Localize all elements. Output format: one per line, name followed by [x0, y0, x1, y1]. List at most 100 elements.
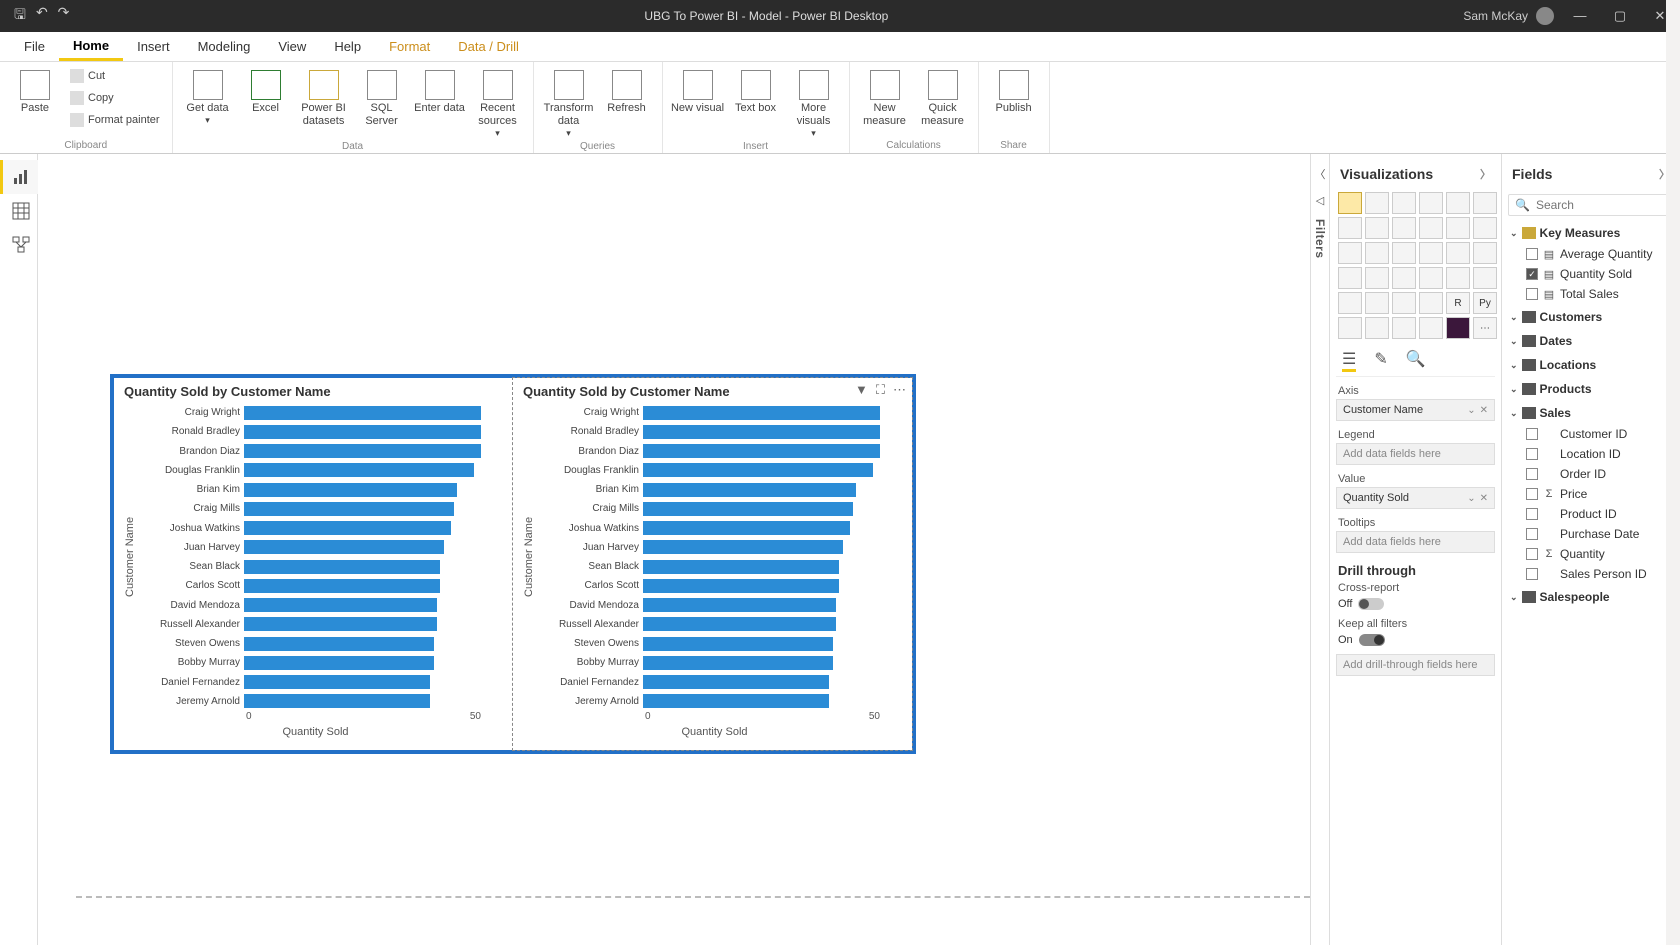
- bar[interactable]: [643, 406, 880, 420]
- sql-server-button[interactable]: SQL Server: [355, 66, 409, 128]
- field-item[interactable]: Product ID: [1508, 504, 1674, 524]
- bar[interactable]: [244, 694, 430, 708]
- cross-report-toggle[interactable]: [1358, 598, 1384, 610]
- visual-1[interactable]: Quantity Sold by Customer Name Customer …: [114, 378, 513, 750]
- recent-sources-button[interactable]: Recent sources▾: [471, 66, 525, 139]
- table-header[interactable]: ⌄Dates: [1508, 330, 1674, 352]
- expand-filters-icon[interactable]: 〈: [1315, 166, 1326, 182]
- table-header[interactable]: ⌄Key Measures: [1508, 222, 1674, 244]
- vertical-scrollbar[interactable]: [1666, 0, 1680, 945]
- bar[interactable]: [643, 694, 829, 708]
- bar[interactable]: [244, 617, 437, 631]
- table-header[interactable]: ⌄Salespeople: [1508, 586, 1674, 608]
- viz-type-icon[interactable]: [1365, 317, 1389, 339]
- field-checkbox[interactable]: [1526, 428, 1538, 440]
- tab-insert[interactable]: Insert: [123, 32, 184, 61]
- pbi-datasets-button[interactable]: Power BI datasets: [297, 66, 351, 128]
- bar[interactable]: [244, 675, 430, 689]
- viz-type-icon[interactable]: [1446, 192, 1470, 214]
- enter-data-button[interactable]: Enter data: [413, 66, 467, 115]
- maximize-button[interactable]: ▢: [1600, 8, 1640, 24]
- field-item[interactable]: ΣQuantity: [1508, 544, 1674, 564]
- user-account[interactable]: Sam McKay: [1463, 7, 1554, 25]
- table-header[interactable]: ⌄Products: [1508, 378, 1674, 400]
- get-data-button[interactable]: Get data▾: [181, 66, 235, 126]
- model-view-button[interactable]: [0, 228, 38, 262]
- field-item[interactable]: Purchase Date: [1508, 524, 1674, 544]
- bar[interactable]: [643, 444, 880, 458]
- bar[interactable]: [244, 406, 481, 420]
- axis-well[interactable]: Customer Name⌄✕: [1336, 399, 1495, 421]
- viz-type-icon[interactable]: [1446, 317, 1470, 339]
- bar[interactable]: [643, 502, 853, 516]
- field-item[interactable]: Sales Person ID: [1508, 564, 1674, 584]
- viz-type-icon[interactable]: [1473, 267, 1497, 289]
- viz-type-icon[interactable]: [1338, 217, 1362, 239]
- field-item[interactable]: Location ID: [1508, 444, 1674, 464]
- viz-type-icon[interactable]: [1338, 242, 1362, 264]
- viz-type-icon[interactable]: [1419, 192, 1443, 214]
- bar[interactable]: [244, 425, 481, 439]
- viz-type-icon[interactable]: [1473, 192, 1497, 214]
- fields-tab-icon[interactable]: ☰: [1342, 349, 1356, 372]
- bar[interactable]: [643, 637, 833, 651]
- refresh-button[interactable]: Refresh: [600, 66, 654, 115]
- bar[interactable]: [244, 540, 444, 554]
- bar[interactable]: [643, 425, 880, 439]
- field-item[interactable]: Customer ID: [1508, 424, 1674, 444]
- viz-type-icon[interactable]: [1473, 242, 1497, 264]
- viz-type-icon[interactable]: [1473, 217, 1497, 239]
- show-filters-icon[interactable]: ◁: [1316, 194, 1324, 207]
- cut-button[interactable]: Cut: [66, 66, 164, 86]
- bar[interactable]: [643, 560, 839, 574]
- format-painter-button[interactable]: Format painter: [66, 110, 164, 130]
- field-item[interactable]: ▤Average Quantity: [1508, 244, 1674, 264]
- bar[interactable]: [244, 560, 440, 574]
- filter-icon[interactable]: ▼: [855, 382, 868, 398]
- field-checkbox[interactable]: [1526, 448, 1538, 460]
- bar[interactable]: [643, 598, 836, 612]
- field-checkbox[interactable]: [1526, 528, 1538, 540]
- bar[interactable]: [643, 579, 839, 593]
- chevron-down-icon[interactable]: ⌄: [1467, 405, 1475, 416]
- field-item[interactable]: ✓▤Quantity Sold: [1508, 264, 1674, 284]
- text-box-button[interactable]: Text box: [729, 66, 783, 115]
- field-checkbox[interactable]: [1526, 508, 1538, 520]
- viz-type-icon[interactable]: [1338, 292, 1362, 314]
- filters-pane-collapsed[interactable]: 〈 ◁ Filters: [1310, 154, 1330, 945]
- bar[interactable]: [244, 444, 481, 458]
- bar[interactable]: [643, 675, 829, 689]
- viz-type-icon[interactable]: [1446, 217, 1470, 239]
- bar[interactable]: [244, 463, 474, 477]
- bar[interactable]: [643, 540, 843, 554]
- tab-format[interactable]: Format: [375, 32, 444, 61]
- report-canvas[interactable]: Quantity Sold by Customer Name Customer …: [38, 154, 1310, 945]
- viz-type-icon[interactable]: [1392, 292, 1416, 314]
- paste-button[interactable]: Paste: [8, 66, 62, 115]
- visual-2[interactable]: ▼ ⛶ ⋯ Quantity Sold by Customer Name Cus…: [512, 377, 913, 751]
- tab-modeling[interactable]: Modeling: [184, 32, 265, 61]
- field-checkbox[interactable]: ✓: [1526, 268, 1538, 280]
- viz-type-icon[interactable]: [1365, 217, 1389, 239]
- field-item[interactable]: ΣPrice: [1508, 484, 1674, 504]
- field-checkbox[interactable]: [1526, 548, 1538, 560]
- quick-measure-button[interactable]: Quick measure: [916, 66, 970, 128]
- viz-type-icon[interactable]: [1419, 292, 1443, 314]
- table-header[interactable]: ⌄Customers: [1508, 306, 1674, 328]
- remove-icon[interactable]: ✕: [1480, 493, 1488, 504]
- value-well[interactable]: Quantity Sold⌄✕: [1336, 487, 1495, 509]
- drill-through-well[interactable]: Add drill-through fields here: [1336, 654, 1495, 676]
- keep-filters-toggle[interactable]: [1359, 634, 1385, 646]
- viz-type-icon[interactable]: [1392, 317, 1416, 339]
- field-item[interactable]: Order ID: [1508, 464, 1674, 484]
- table-header[interactable]: ⌄Locations: [1508, 354, 1674, 376]
- undo-icon[interactable]: ↶: [36, 4, 48, 28]
- viz-type-icon[interactable]: [1419, 217, 1443, 239]
- table-header[interactable]: ⌄Sales: [1508, 402, 1674, 424]
- bar[interactable]: [244, 502, 454, 516]
- transform-data-button[interactable]: Transform data▾: [542, 66, 596, 139]
- tab-data-drill[interactable]: Data / Drill: [444, 32, 533, 61]
- chevron-down-icon[interactable]: ⌄: [1467, 493, 1475, 504]
- viz-type-icon[interactable]: R: [1446, 292, 1470, 314]
- bar[interactable]: [643, 483, 856, 497]
